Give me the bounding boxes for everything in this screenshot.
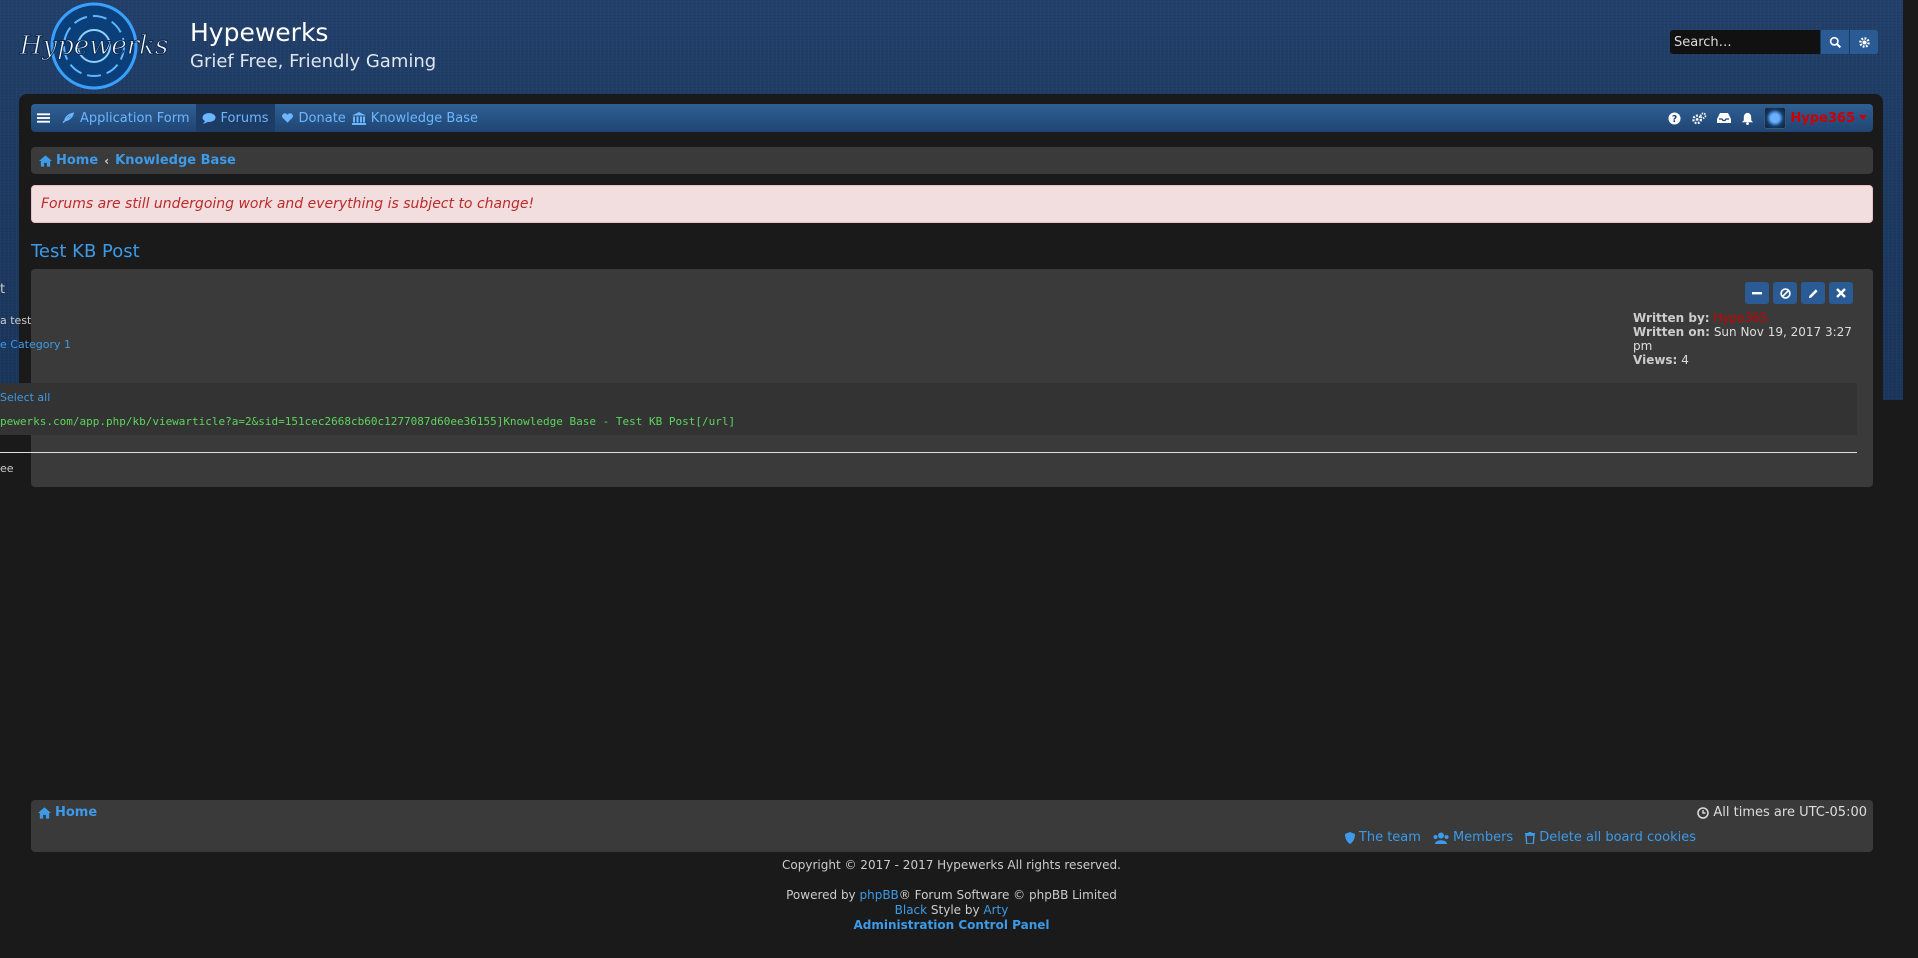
- article-category-link[interactable]: e Category 1: [0, 338, 71, 351]
- divider: [0, 452, 1857, 453]
- username: Hype365: [1790, 110, 1855, 126]
- select-all-link[interactable]: Select all: [0, 391, 50, 404]
- inbox-icon: [1717, 113, 1732, 123]
- home-icon: [38, 806, 51, 819]
- powered-by: Powered by phpBB® Forum Software © phpBB…: [0, 888, 1903, 933]
- nav-application-form[interactable]: Application Form: [56, 104, 196, 132]
- nav-application-form-label: Application Form: [80, 110, 190, 126]
- style-by-text: Style by: [927, 903, 984, 917]
- nav-donate-label: Donate: [298, 110, 346, 126]
- shield-icon: [1344, 831, 1355, 844]
- notifications-button[interactable]: [1741, 112, 1754, 125]
- acp-link[interactable]: Administration Control Panel: [853, 918, 1049, 932]
- footer-home-label: Home: [55, 805, 98, 820]
- breadcrumb-separator-icon: ‹: [104, 153, 110, 168]
- svg-text:?: ?: [1672, 114, 1677, 125]
- site-logo[interactable]: Hypewerks: [18, 2, 170, 90]
- site-title: Hypewerks: [190, 18, 329, 47]
- article-author[interactable]: Hype365: [1713, 311, 1767, 325]
- search-box: [1670, 30, 1878, 54]
- close-icon: [1836, 288, 1846, 298]
- breadcrumb-home[interactable]: Home: [56, 153, 98, 168]
- bank-icon: [351, 111, 366, 125]
- footer-navbar: Home All times are UTC-05:00 The team Me…: [31, 800, 1873, 852]
- phpbb-link[interactable]: phpBB: [859, 888, 898, 902]
- comment-icon: [202, 113, 216, 124]
- breadcrumb-knowledge-base[interactable]: Knowledge Base: [115, 153, 236, 168]
- bell-icon: [1742, 112, 1754, 125]
- navbar: Application Form Forums Donate Knowledge…: [31, 104, 1873, 132]
- trash-icon: [1525, 831, 1536, 844]
- nav-knowledge-base[interactable]: Knowledge Base: [351, 104, 484, 132]
- style-author-link[interactable]: Arty: [983, 903, 1008, 917]
- nav-forums-label: Forums: [220, 110, 269, 126]
- cogs-icon: [1692, 112, 1707, 124]
- article-panel: Written by: Hype365 Written on: Sun Nov …: [31, 269, 1873, 487]
- timezone-info: All times are UTC-05:00: [1697, 805, 1867, 820]
- written-on-label: Written on:: [1633, 325, 1710, 339]
- delete-button[interactable]: [1829, 282, 1853, 304]
- scrollbar[interactable]: [1903, 0, 1918, 958]
- footer-team-link[interactable]: The team: [1344, 830, 1421, 845]
- home-icon: [39, 154, 52, 167]
- user-nav: ? Hype365: [1668, 104, 1867, 132]
- clock-icon: [1697, 806, 1710, 819]
- views-label: Views:: [1633, 353, 1678, 367]
- users-icon: [1433, 832, 1449, 844]
- footer-delete-cookies-link[interactable]: Delete all board cookies: [1525, 830, 1696, 845]
- logo-text: Hypewerks: [19, 31, 169, 61]
- written-by-label: Written by:: [1633, 311, 1710, 325]
- code-content: pewerks.com/app.php/kb/viewarticle?a=2&s…: [0, 415, 736, 428]
- disapprove-button[interactable]: [1773, 282, 1797, 304]
- powered-prefix: Powered by: [786, 888, 860, 902]
- search-input[interactable]: [1670, 30, 1820, 54]
- search-icon: [1829, 36, 1841, 48]
- nav-knowledge-base-label: Knowledge Base: [370, 110, 479, 126]
- nav-donate[interactable]: Donate: [275, 104, 352, 132]
- site-description: Grief Free, Friendly Gaming: [190, 51, 437, 72]
- caret-down-icon: [1859, 115, 1867, 120]
- style-link[interactable]: Black: [895, 903, 927, 917]
- article-meta: Written by: Hype365 Written on: Sun Nov …: [1633, 311, 1873, 367]
- powered-suffix: ® Forum Software © phpBB Limited: [898, 888, 1117, 902]
- ucp-button[interactable]: [1691, 112, 1707, 125]
- minimize-button[interactable]: [1745, 282, 1769, 304]
- ban-icon: [1779, 287, 1791, 299]
- question-circle-icon: ?: [1668, 111, 1681, 125]
- advanced-search-button[interactable]: [1849, 30, 1878, 54]
- copyright: Copyright © 2017 - 2017 Hypewerks All ri…: [782, 858, 1121, 872]
- article-heading-cut: t: [0, 282, 6, 297]
- private-messages-button[interactable]: [1717, 112, 1732, 124]
- footer-delete-cookies-label: Delete all board cookies: [1539, 830, 1696, 845]
- user-menu[interactable]: Hype365: [1764, 107, 1867, 129]
- feather-icon: [62, 112, 75, 124]
- pencil-icon: [1808, 288, 1818, 298]
- quick-links-menu[interactable]: [31, 104, 56, 132]
- breadcrumb: Home ‹ Knowledge Base: [31, 147, 1873, 174]
- gear-icon: [1858, 36, 1870, 48]
- article-footer-cut: ee: [0, 462, 14, 475]
- site-notice: Forums are still undergoing work and eve…: [31, 185, 1873, 223]
- timezone-text: All times are UTC-05:00: [1713, 805, 1867, 820]
- minus-icon: [1752, 292, 1762, 295]
- faq-button[interactable]: ?: [1668, 111, 1681, 125]
- footer-home-link[interactable]: Home: [38, 805, 97, 820]
- article-body-cut: a test: [0, 314, 32, 327]
- search-button[interactable]: [1820, 30, 1849, 54]
- footer-members-label: Members: [1452, 830, 1514, 845]
- article-tools: [1745, 282, 1853, 304]
- hamburger-icon: [37, 113, 50, 123]
- footer-team-label: The team: [1358, 830, 1421, 845]
- edit-button[interactable]: [1801, 282, 1825, 304]
- nav-forums[interactable]: Forums: [195, 104, 275, 132]
- heart-icon: [281, 113, 293, 123]
- avatar: [1764, 107, 1787, 129]
- views-count: 4: [1681, 353, 1689, 367]
- footer-members-link[interactable]: Members: [1433, 830, 1513, 845]
- page-title[interactable]: Test KB Post: [31, 241, 140, 262]
- footer-links: The team Members Delete all board cookie…: [1344, 830, 1696, 845]
